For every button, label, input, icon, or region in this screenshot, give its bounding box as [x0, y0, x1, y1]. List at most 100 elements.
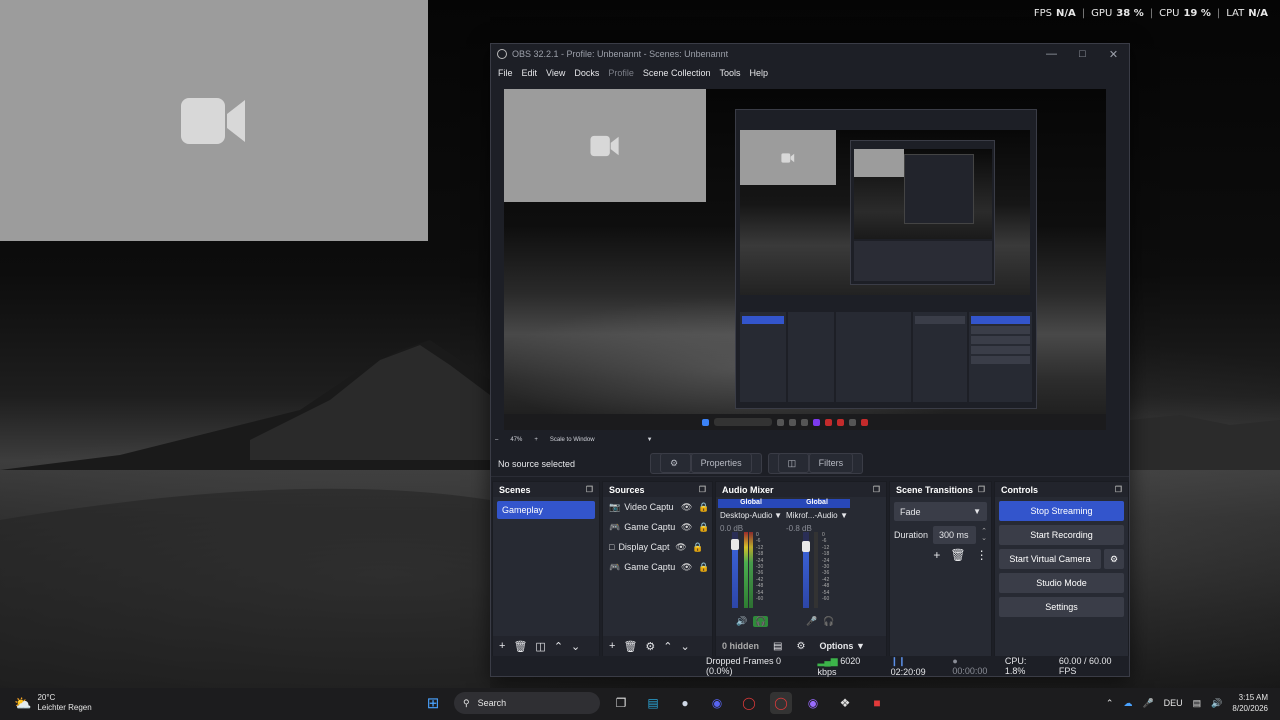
lock-icon[interactable]: 🔒 [697, 502, 710, 513]
speaker-icon[interactable]: 🔊 [736, 616, 747, 627]
lock-icon[interactable]: 🔒 [691, 542, 704, 553]
microphone-icon[interactable]: 🎤 [1142, 698, 1153, 709]
hidden-count[interactable]: 0 hidden [722, 641, 759, 651]
preview-canvas[interactable] [504, 89, 1106, 430]
chrome-icon[interactable]: ❖ [834, 692, 856, 714]
opera-gx-icon[interactable]: ◯ [738, 692, 760, 714]
windows-taskbar: ⛅ 20°C Leichter Regen ⊞ ⚲ Search ❐ ▤ ● ◉ ◯… [0, 688, 1280, 720]
start-virtual-camera-button[interactable]: Start Virtual Camera [999, 549, 1101, 569]
source-label: Game Captu [624, 562, 676, 572]
move-down-icon[interactable]: ⌄ [571, 640, 580, 653]
steam-icon[interactable]: ● [674, 692, 696, 714]
game-app-icon[interactable]: ■ [866, 692, 888, 714]
undock-icon[interactable]: ❐ [873, 485, 880, 494]
close-icon[interactable]: ✕ [1098, 48, 1129, 61]
headphones-icon[interactable]: 🎧 [823, 616, 834, 627]
menu-view[interactable]: View [546, 68, 565, 78]
chevron-down-icon[interactable]: ▼ [774, 511, 782, 520]
remove-transition-icon[interactable]: 🗑 [950, 548, 965, 562]
chevron-down-icon[interactable]: ▼ [840, 511, 848, 520]
duration-stepper[interactable]: ⌃ ⌄ [981, 528, 987, 542]
source-item[interactable]: 🎮 Game Captu 👁 🔒 [603, 557, 712, 577]
zoom-out-button[interactable]: – [495, 437, 498, 443]
remove-source-icon[interactable]: 🗑 [623, 640, 637, 653]
move-up-icon[interactable]: ⌃ [554, 640, 563, 653]
menu-scene-collection[interactable]: Scene Collection [643, 68, 711, 78]
studio-mode-button[interactable]: Studio Mode [999, 573, 1124, 593]
system-tray: ⌃ ☁ 🎤 DEU ▤ 🔊 3:15 AM 8/20/2026 [1106, 692, 1268, 714]
weather-widget[interactable]: ⛅ 20°C Leichter Regen [14, 693, 92, 713]
add-source-icon[interactable]: + [609, 640, 615, 652]
mixer-settings-icon[interactable]: ⚙ [796, 641, 805, 652]
source-item[interactable]: □ Display Capt 👁 🔒 [603, 537, 712, 557]
filters-button[interactable]: ◫ Filters [767, 453, 864, 474]
clock[interactable]: 3:15 AM 8/20/2026 [1232, 692, 1268, 714]
discord-icon[interactable]: ◉ [706, 692, 728, 714]
menu-file[interactable]: File [498, 68, 513, 78]
mixer-channel-mic: Global Mikrof...-Audio ▼ -0.8 dB [784, 499, 850, 533]
task-view-icon[interactable]: ❐ [610, 692, 632, 714]
obs-taskbar-icon[interactable]: ◉ [802, 692, 824, 714]
language-indicator[interactable]: DEU [1164, 698, 1183, 708]
chevron-up-icon[interactable]: ⌃ [1106, 698, 1114, 709]
options-button[interactable]: Options ▼ [819, 641, 864, 651]
scale-mode[interactable]: Scale to Window [550, 437, 595, 443]
scale-dropdown-icon[interactable]: ▼ [647, 437, 653, 443]
menu-profile[interactable]: Profile [608, 68, 634, 78]
minimize-icon[interactable]: — [1036, 48, 1067, 61]
network-icon[interactable]: ▤ [1193, 698, 1202, 709]
settings-button[interactable]: Settings [999, 597, 1124, 617]
undock-icon[interactable]: ❐ [1115, 485, 1122, 494]
taskbar-search[interactable]: ⚲ Search [454, 692, 600, 714]
headphones-icon[interactable]: 🎧 [753, 616, 769, 627]
volume-knob[interactable] [731, 539, 739, 550]
mic-muted-icon[interactable]: 🎤 [806, 616, 817, 627]
global-badge: Global [784, 499, 850, 508]
title-bar[interactable]: OBS 32.2.1 - Profile: Unbenannt - Scenes… [491, 44, 1129, 64]
preview-camera-placeholder [504, 89, 706, 202]
duration-input[interactable]: 300 ms [933, 526, 977, 544]
source-item[interactable]: 📷 Video Captu 👁 🔒 [603, 497, 712, 517]
menu-edit[interactable]: Edit [522, 68, 538, 78]
maximize-icon[interactable]: □ [1067, 48, 1098, 61]
eye-icon[interactable]: 👁 [674, 542, 687, 553]
menu-help[interactable]: Help [749, 68, 768, 78]
remove-scene-icon[interactable]: 🗑 [513, 640, 527, 653]
cpu-value: 19 [1183, 8, 1198, 19]
source-settings-icon[interactable]: ⚙ [645, 640, 655, 653]
eye-icon[interactable]: 👁 [680, 502, 693, 513]
volume-icon[interactable]: 🔊 [1211, 698, 1222, 709]
scene-item-gameplay[interactable]: Gameplay [497, 501, 595, 519]
volume-knob[interactable] [802, 541, 810, 552]
undock-icon[interactable]: ❐ [699, 485, 706, 494]
cloud-icon[interactable]: ☁ [1123, 698, 1132, 709]
no-source-label: No source selected [498, 458, 576, 469]
mixer-layout-icon[interactable]: ▤ [773, 641, 782, 652]
start-recording-button[interactable]: Start Recording [999, 525, 1124, 545]
eye-icon[interactable]: 👁 [680, 562, 693, 573]
add-transition-icon[interactable]: + [933, 548, 940, 562]
move-up-icon[interactable]: ⌃ [663, 640, 672, 653]
lock-icon[interactable]: 🔒 [697, 522, 710, 533]
stop-streaming-button[interactable]: Stop Streaming [999, 501, 1124, 521]
zoom-in-button[interactable]: + [534, 437, 538, 443]
undock-icon[interactable]: ❐ [586, 485, 593, 494]
opera-icon[interactable]: ◯ [770, 692, 792, 714]
properties-button[interactable]: ⚙ Properties [650, 453, 762, 474]
menu-tools[interactable]: Tools [719, 68, 740, 78]
camera-icon: 📷 [609, 501, 621, 512]
more-options-icon[interactable]: ⋮ [976, 548, 988, 562]
source-item[interactable]: 🎮 Game Captu 👁 🔒 [603, 517, 712, 537]
windows-start-icon[interactable]: ⊞ [422, 692, 444, 714]
virtual-camera-settings-icon[interactable]: ⚙ [1104, 549, 1124, 569]
gamepad-icon: 🎮 [609, 561, 621, 572]
add-scene-icon[interactable]: + [499, 640, 505, 652]
lock-icon[interactable]: 🔒 [697, 562, 710, 573]
move-down-icon[interactable]: ⌄ [681, 640, 690, 653]
remote-desktop-icon[interactable]: ▤ [642, 692, 664, 714]
undock-icon[interactable]: ❐ [978, 485, 985, 494]
eye-icon[interactable]: 👁 [680, 522, 693, 533]
scene-filter-icon[interactable]: ◫ [535, 640, 545, 653]
menu-docks[interactable]: Docks [574, 68, 599, 78]
transition-select[interactable]: Fade ▼ [894, 502, 987, 521]
